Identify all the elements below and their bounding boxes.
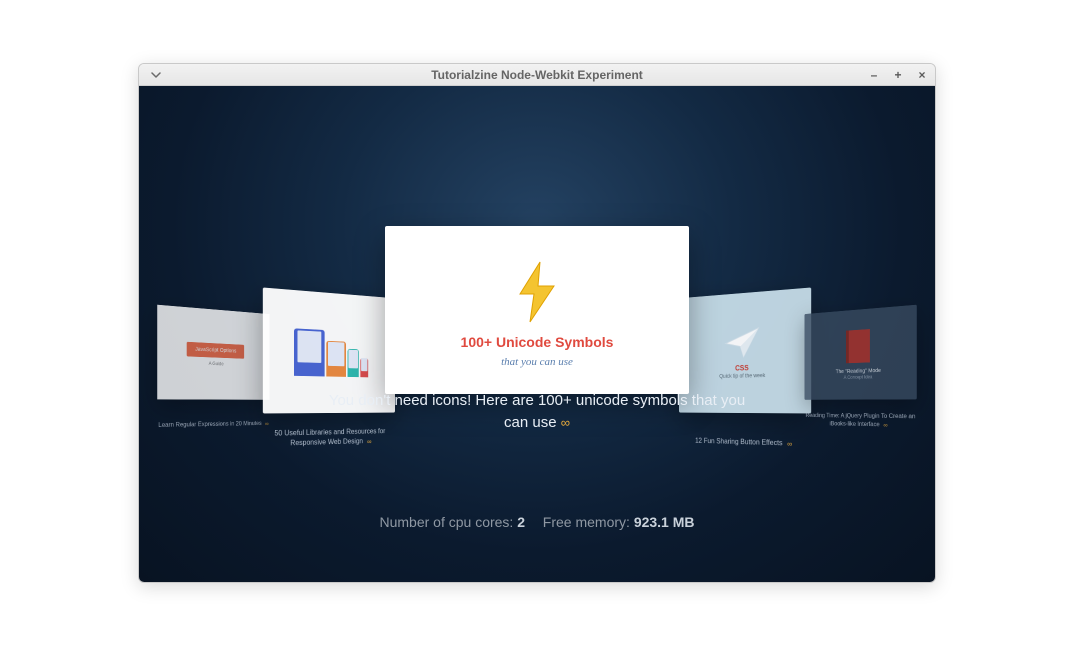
card-inner: 100+ Unicode Symbols that you can use <box>385 226 689 394</box>
maximize-button[interactable]: + <box>889 66 907 84</box>
card-sub: that you can use <box>501 356 573 368</box>
caption-text: Learn Regular Expressions in 20 Minutes <box>158 420 261 429</box>
cpu-value: 2 <box>517 514 525 530</box>
lightning-bolt-icon <box>510 260 564 324</box>
description-link[interactable]: ∞ <box>561 414 570 433</box>
system-stats: Number of cpu cores: 2 Free memory: 923.… <box>139 514 935 530</box>
card-caption: Reading Time: A jQuery Plugin To Create … <box>775 412 935 432</box>
caption-text-2: iBooks-like Interface <box>830 420 880 428</box>
app-window: Tutorialzine Node-Webkit Experiment – + … <box>138 63 936 583</box>
device-icon <box>294 328 325 376</box>
card-sub: Quick tip of the week <box>719 373 765 379</box>
book-icon <box>846 329 870 363</box>
caption-text: 12 Fun Sharing Button Effects <box>695 436 782 446</box>
card-link[interactable]: ∞ <box>263 421 269 429</box>
card-sub: A Guide <box>209 361 224 366</box>
caption-text-2: Responsive Web Design <box>290 437 363 447</box>
close-button[interactable]: × <box>913 66 931 84</box>
device-icon <box>326 340 346 376</box>
memory-value: 923.1 MB <box>634 514 695 530</box>
paper-plane-icon <box>724 326 760 360</box>
window-title: Tutorialzine Node-Webkit Experiment <box>139 68 935 82</box>
device-icon <box>360 358 368 377</box>
window-menu-button[interactable] <box>145 66 167 84</box>
card-link[interactable]: ∞ <box>365 438 372 448</box>
link-icon: ∞ <box>787 440 792 450</box>
card-caption: 12 Fun Sharing Button Effects ∞ <box>644 435 856 452</box>
card-inner: JavaScript Options A Guide <box>157 305 269 400</box>
window-controls: – + × <box>865 66 935 84</box>
cpu-label: Number of cpu cores: <box>379 514 513 530</box>
content-pane: JavaScript Options A Guide Learn Regular… <box>139 86 935 582</box>
description-text: You don't need icons! Here are 100+ unic… <box>329 392 745 431</box>
card-headline: 100+ Unicode Symbols <box>461 334 614 350</box>
minimize-button[interactable]: – <box>865 66 883 84</box>
carousel-card[interactable]: JavaScript Options A Guide Learn Regular… <box>157 305 269 400</box>
card-link[interactable]: ∞ <box>881 422 887 430</box>
chevron-down-icon <box>151 72 161 78</box>
carousel-card[interactable]: The "Reading" Mode A Concept Idea Readin… <box>804 305 916 400</box>
titlebar[interactable]: Tutorialzine Node-Webkit Experiment – + … <box>139 64 935 86</box>
card-chip: JavaScript Options <box>186 341 244 358</box>
link-icon: ∞ <box>367 438 371 447</box>
link-icon: ∞ <box>883 422 887 430</box>
card-sub: A Concept Idea <box>844 375 873 380</box>
device-icon <box>348 348 359 376</box>
memory-label: Free memory: <box>543 514 630 530</box>
card-headline: CSS <box>735 364 749 372</box>
link-icon: ∞ <box>265 421 269 429</box>
card-inner: The "Reading" Mode A Concept Idea <box>804 305 916 400</box>
card-link[interactable]: ∞ <box>784 440 792 450</box>
devices-illustration <box>294 328 368 377</box>
carousel-card-active[interactable]: 100+ Unicode Symbols that you can use <box>385 226 689 394</box>
active-card-description: You don't need icons! Here are 100+ unic… <box>327 390 747 434</box>
link-icon: ∞ <box>561 414 570 433</box>
card-headline: The "Reading" Mode <box>836 368 881 375</box>
